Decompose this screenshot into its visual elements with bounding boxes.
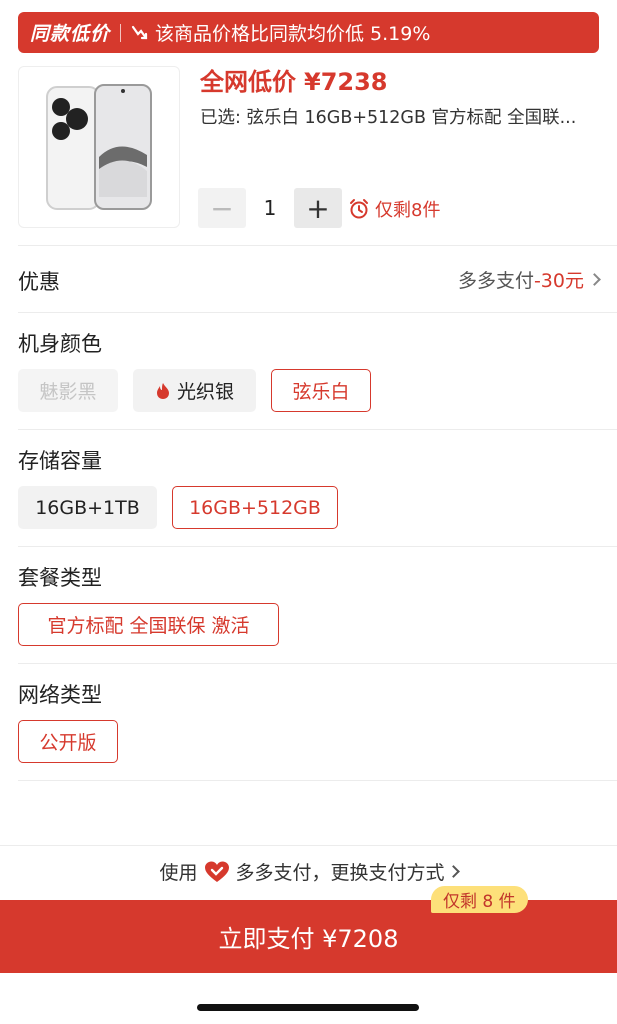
- stock-text: 仅剩8件: [375, 200, 441, 221]
- storage-title: 存储容量: [18, 449, 102, 473]
- network-option-public[interactable]: 公开版: [18, 720, 118, 763]
- stock-remaining: 仅剩8件: [348, 196, 440, 222]
- color-option-black[interactable]: 魅影黑: [18, 369, 118, 412]
- fire-icon: [156, 382, 169, 399]
- selected-spec: 已选: 弦乐白 16GB+512GB 官方标配 全国联...: [200, 108, 577, 128]
- price-label: 全网低价: [200, 68, 296, 96]
- trend-down-icon: [131, 25, 148, 39]
- alarm-clock-icon: [350, 199, 368, 219]
- color-option-white[interactable]: 弦乐白: [271, 369, 371, 412]
- quantity-plus-button[interactable]: +: [294, 188, 342, 228]
- discount-method: 多多支付: [457, 270, 534, 292]
- storage-option-512gb[interactable]: 16GB+512GB: [172, 486, 338, 529]
- color-option-silver[interactable]: 光织银: [133, 369, 256, 412]
- divider: [18, 312, 617, 313]
- price-banner: 同款低价 该商品价格比同款均价低 5.19%: [18, 12, 599, 53]
- discount-title: 优惠: [18, 270, 60, 294]
- color-option-silver-label: 光织银: [176, 381, 234, 403]
- home-indicator[interactable]: [197, 1004, 419, 1011]
- banner-separator: [120, 23, 122, 42]
- divider: [0, 845, 617, 846]
- package-title: 套餐类型: [18, 566, 102, 590]
- banner-message: 该商品价格比同款均价低 5.19%: [155, 23, 431, 45]
- discount-amount: -30元: [533, 270, 584, 292]
- color-title: 机身颜色: [18, 332, 102, 356]
- stock-badge: 仅剩 8 件: [431, 886, 528, 913]
- payment-method-text: 多多支付，更换支付方式: [235, 862, 445, 884]
- discount-selector[interactable]: 多多支付 -30元: [457, 266, 601, 293]
- quantity-stepper: − 1 +: [198, 188, 342, 228]
- price-value: ¥7238: [304, 68, 388, 96]
- storage-option-1tb[interactable]: 16GB+1TB: [18, 486, 157, 529]
- product-price: 全网低价 ¥7238: [200, 62, 388, 97]
- package-option-official[interactable]: 官方标配 全国联保 激活: [18, 603, 279, 646]
- chevron-right-icon: [588, 273, 601, 286]
- product-image[interactable]: [18, 66, 180, 228]
- divider: [18, 663, 617, 664]
- checkout-sheet: 同款低价 该商品价格比同款均价低 5.19% 全网低价 ¥7238 已选: 弦乐白…: [0, 0, 617, 1024]
- banner-tag: 同款低价: [30, 23, 111, 45]
- network-title: 网络类型: [18, 683, 102, 707]
- phone-illustration: [46, 84, 152, 210]
- quantity-minus-button[interactable]: −: [198, 188, 246, 228]
- divider: [18, 780, 617, 781]
- chevron-right-icon: [446, 865, 460, 878]
- duoduo-pay-heart-icon: [204, 861, 229, 882]
- divider: [18, 546, 617, 547]
- divider: [18, 429, 617, 430]
- quantity-value: 1: [263, 196, 277, 220]
- pay-now-button[interactable]: 立即支付 ¥7208: [0, 900, 617, 973]
- divider: [18, 245, 617, 246]
- payment-prefix: 使用: [159, 862, 198, 884]
- payment-method-selector[interactable]: 使用 多多支付，更换支付方式: [0, 858, 617, 885]
